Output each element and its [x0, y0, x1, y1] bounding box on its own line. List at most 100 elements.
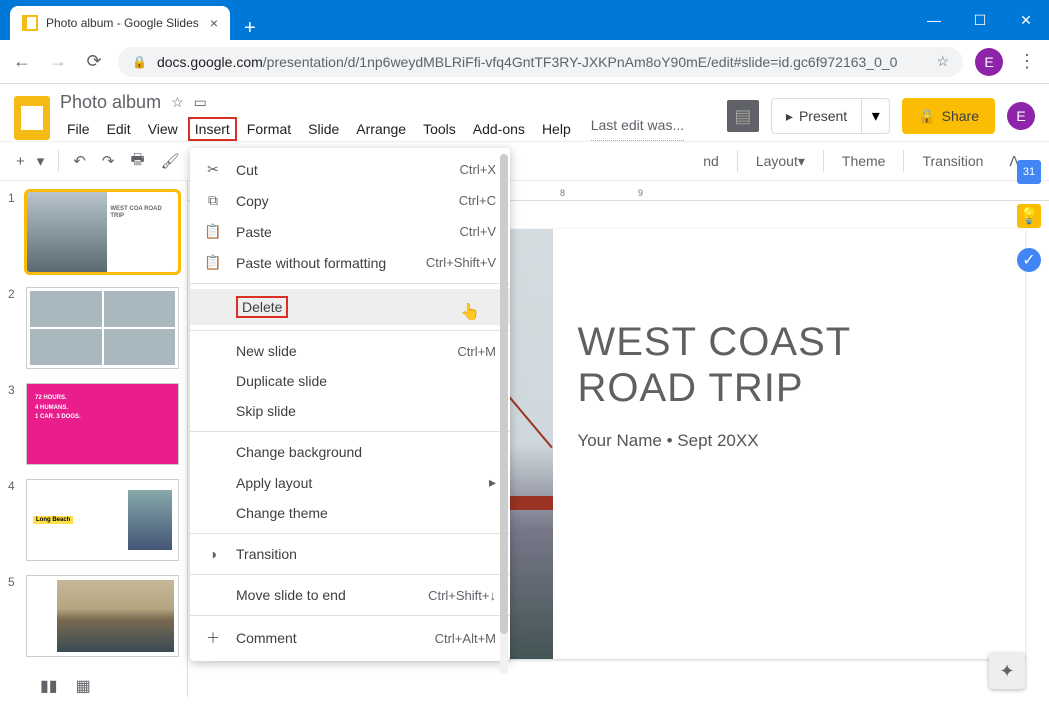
submenu-arrow-icon: ▸: [489, 474, 496, 491]
slide-thumbnail-2[interactable]: [26, 287, 179, 369]
ctx-apply-layout[interactable]: Apply layout▸: [190, 467, 510, 498]
lock-icon: 🔒: [132, 55, 147, 69]
filmstrip[interactable]: 1 WEST COA ROAD TRIP 2 3 72 HOURS. 4 HUM…: [0, 181, 188, 697]
slide-thumbnail-5[interactable]: [26, 575, 179, 657]
redo-button[interactable]: ↷: [96, 148, 121, 174]
new-slide-dropdown[interactable]: ▾: [31, 148, 51, 174]
workspace: 1 WEST COA ROAD TRIP 2 3 72 HOURS. 4 HUM…: [0, 181, 1049, 697]
tasks-icon[interactable]: ✓: [1017, 248, 1041, 272]
play-icon: ▸: [786, 108, 793, 125]
slides-favicon: [22, 15, 38, 31]
lock-icon: 🔒: [918, 108, 935, 125]
menu-file[interactable]: File: [60, 117, 97, 141]
browser-titlebar: Photo album - Google Slides × + — ☐ ✕: [0, 0, 1049, 40]
present-button-group: ▸ Present ▾: [771, 98, 890, 134]
menu-edit[interactable]: Edit: [100, 117, 138, 141]
view-bar: ▮▮ ▦: [10, 672, 1039, 700]
app-header: Photo album ☆ ▭ FileEditViewInsertFormat…: [0, 84, 1049, 141]
maximize-button[interactable]: ☐: [957, 4, 1003, 36]
share-button[interactable]: 🔒 Share: [902, 98, 995, 134]
slide-number: 3: [8, 383, 20, 465]
cut-icon: ✂: [204, 161, 222, 178]
slide-title[interactable]: WEST COAST ROAD TRIP: [577, 319, 1001, 411]
slide-text-area[interactable]: WEST COAST ROAD TRIP Your Name • Sept 20…: [553, 229, 1025, 659]
ctx-paste[interactable]: 📋PasteCtrl+V: [190, 216, 510, 247]
paint-format-button[interactable]: 🖌: [155, 148, 186, 174]
ctx-new-slide[interactable]: New slideCtrl+M: [190, 336, 510, 366]
ctx-copy[interactable]: ⧉CopyCtrl+C: [190, 185, 510, 216]
menu-format[interactable]: Format: [240, 117, 298, 141]
paste-icon: 📋: [204, 223, 222, 240]
slide-number: 1: [8, 191, 20, 273]
slide-context-menu: ✂CutCtrl+X⧉CopyCtrl+C📋PasteCtrl+V📋Paste …: [190, 148, 510, 661]
print-button[interactable]: 🖶: [124, 145, 150, 178]
document-title[interactable]: Photo album: [60, 92, 161, 113]
transition-icon: ◑: [204, 546, 222, 562]
profile-avatar[interactable]: E: [975, 48, 1003, 76]
layout-dropdown[interactable]: Layout▾: [748, 149, 813, 174]
reload-button[interactable]: ⟳: [82, 51, 106, 72]
slide-thumbnail-3[interactable]: 72 HOURS. 4 HUMANS. 1 CAR. 3 DOGS.: [26, 383, 179, 465]
url-text: docs.google.com/presentation/d/1np6weydM…: [157, 54, 898, 70]
slide-number: 2: [8, 287, 20, 369]
forward-button[interactable]: →: [46, 51, 70, 72]
menubar: FileEditViewInsertFormatSlideArrangeTool…: [60, 117, 717, 141]
back-button[interactable]: ←: [10, 51, 34, 72]
ctx-change-theme[interactable]: Change theme: [190, 498, 510, 528]
menu-help[interactable]: Help: [535, 117, 578, 141]
side-panel: 31 💡 ✓: [1013, 160, 1045, 272]
menu-view[interactable]: View: [141, 117, 185, 141]
ctx-move-slide-to-end[interactable]: Move slide to endCtrl+Shift+↓: [190, 580, 510, 610]
menu-tools[interactable]: Tools: [416, 117, 463, 141]
slide-number: 4: [8, 479, 20, 561]
slides-logo-icon[interactable]: [14, 96, 50, 140]
undo-button[interactable]: ↶: [67, 148, 92, 174]
browser-menu-icon[interactable]: ⋮: [1015, 51, 1039, 72]
copy-icon: ⧉: [204, 192, 222, 209]
minimize-button[interactable]: —: [911, 4, 957, 36]
filmstrip-view-icon[interactable]: ▮▮: [40, 676, 58, 696]
mouse-cursor-icon: 👆: [460, 302, 480, 322]
slide-thumbnail-4[interactable]: Long Beach: [26, 479, 179, 561]
browser-tab[interactable]: Photo album - Google Slides ×: [10, 6, 230, 40]
ctx-cut[interactable]: ✂CutCtrl+X: [190, 154, 510, 185]
tab-close-icon[interactable]: ×: [210, 15, 218, 31]
ctx-skip-slide[interactable]: Skip slide: [190, 396, 510, 426]
transition-option[interactable]: Transition: [914, 149, 991, 173]
address-bar[interactable]: 🔒 docs.google.com/presentation/d/1np6wey…: [118, 47, 963, 77]
grid-view-icon[interactable]: ▦: [76, 676, 91, 696]
menu-insert[interactable]: Insert: [188, 117, 237, 141]
comment-icon: ＋: [204, 628, 222, 648]
ctx-transition[interactable]: ◑Transition: [190, 539, 510, 569]
menu-arrange[interactable]: Arrange: [349, 117, 413, 141]
paste-without-formatting-icon: 📋: [204, 254, 222, 271]
theme-option[interactable]: Theme: [834, 149, 894, 173]
ctx-paste-without-formatting[interactable]: 📋Paste without formattingCtrl+Shift+V: [190, 247, 510, 278]
ctx-comment[interactable]: ＋CommentCtrl+Alt+M: [190, 621, 510, 655]
menu-slide[interactable]: Slide: [301, 117, 346, 141]
window-controls: — ☐ ✕: [911, 0, 1049, 40]
last-edit-link[interactable]: Last edit was...: [591, 117, 684, 141]
new-slide-button[interactable]: +: [10, 149, 31, 174]
present-button[interactable]: ▸ Present: [772, 99, 861, 133]
ctx-change-background[interactable]: Change background: [190, 437, 510, 467]
calendar-icon[interactable]: 31: [1017, 160, 1041, 184]
slide-subtitle[interactable]: Your Name • Sept 20XX: [577, 431, 1001, 451]
slide-thumbnail-1[interactable]: WEST COA ROAD TRIP: [26, 191, 179, 273]
move-doc-icon[interactable]: ▭: [194, 94, 207, 111]
toolbar: + ▾ ↶ ↷ 🖶 🖌 nd Layout▾ Theme Transition …: [0, 141, 1049, 181]
tab-title: Photo album - Google Slides: [46, 16, 199, 30]
bookmark-star-icon[interactable]: ☆: [936, 53, 949, 70]
new-tab-button[interactable]: +: [230, 17, 270, 40]
account-avatar[interactable]: E: [1007, 102, 1035, 130]
present-dropdown[interactable]: ▾: [861, 99, 889, 133]
close-window-button[interactable]: ✕: [1003, 4, 1049, 36]
browser-toolbar: ← → ⟳ 🔒 docs.google.com/presentation/d/1…: [0, 40, 1049, 84]
menu-add-ons[interactable]: Add-ons: [466, 117, 532, 141]
background-option[interactable]: nd: [695, 149, 727, 173]
star-doc-icon[interactable]: ☆: [171, 94, 184, 111]
slide-number: 5: [8, 575, 20, 657]
ctx-duplicate-slide[interactable]: Duplicate slide: [190, 366, 510, 396]
comment-history-button[interactable]: ▤: [727, 100, 759, 132]
keep-icon[interactable]: 💡: [1017, 204, 1041, 228]
